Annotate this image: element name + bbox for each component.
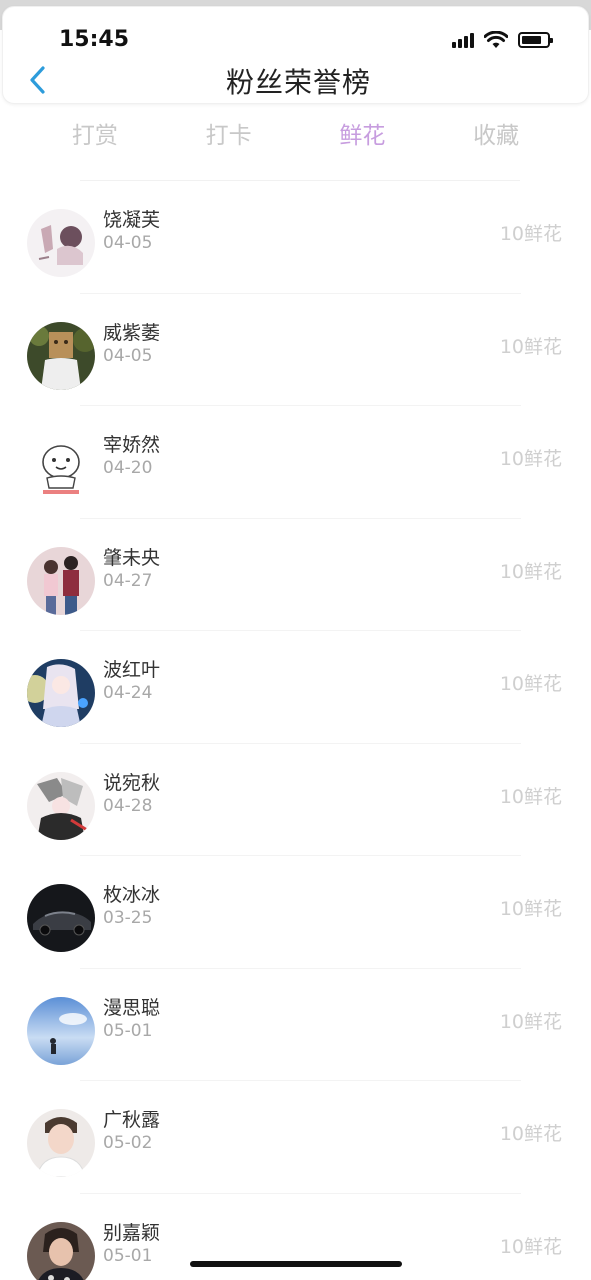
fan-date: 04-05 [103, 233, 153, 253]
wifi-icon [484, 31, 508, 48]
fan-name: 肇未央 [103, 546, 161, 569]
fan-name: 漫思聪 [103, 996, 161, 1019]
flower-amount: 10鲜花 [499, 673, 562, 695]
flower-amount: 10鲜花 [499, 1123, 562, 1145]
fan-name: 饶凝芙 [103, 209, 161, 231]
sketch-person-avatar [27, 209, 95, 277]
fan-date: 04-05 [103, 345, 153, 366]
home-indicator[interactable] [190, 1261, 402, 1267]
list-item[interactable]: 饶凝芙 04-05 10鲜花 [0, 181, 591, 294]
fan-name: 威紫萎 [103, 321, 161, 344]
paper-bag-person-avatar [27, 321, 95, 390]
fan-name: 波红叶 [103, 659, 161, 681]
fan-name: 宰娇然 [103, 434, 161, 456]
cartoon-face-avatar [27, 434, 95, 502]
flower-amount: 10鲜花 [499, 335, 562, 358]
list-item[interactable]: 宰娇然 04-20 10鲜花 [0, 406, 591, 519]
list-item[interactable]: 枚冰冰 03-25 10鲜花 [0, 856, 591, 969]
fan-date: 05-01 [103, 1245, 153, 1266]
fan-date: 04-20 [103, 458, 153, 478]
fan-name: 说宛秋 [103, 771, 161, 794]
flower-amount: 10鲜花 [499, 1010, 562, 1033]
fan-date: 04-27 [103, 570, 153, 591]
list-item[interactable]: 广秋露 05-02 10鲜花 [0, 1081, 591, 1194]
list-item[interactable]: 说宛秋 04-28 10鲜花 [0, 744, 591, 856]
flower-amount: 10鲜花 [499, 448, 562, 470]
flower-amount: 10鲜花 [499, 785, 562, 808]
tab-checkin[interactable]: 打卡 [162, 116, 296, 150]
fan-date: 03-25 [103, 908, 153, 928]
fan-list: 饶凝芙 04-05 10鲜花 威紫萎 04-05 10鲜花 宰娇然 04-20 … [0, 181, 591, 1280]
anime-girl-avatar [27, 659, 95, 727]
flower-amount: 10鲜花 [499, 1235, 562, 1258]
fan-name: 枚冰冰 [103, 884, 161, 906]
anime-art-avatar [27, 771, 95, 840]
fan-name: 别嘉颖 [103, 1221, 161, 1244]
fan-date: 04-24 [103, 683, 153, 703]
fan-name: 广秋露 [103, 1109, 161, 1131]
list-item[interactable]: 波红叶 04-24 10鲜花 [0, 631, 591, 744]
portrait-avatar [27, 1221, 95, 1280]
list-item[interactable]: 威紫萎 04-05 10鲜花 [0, 294, 591, 406]
young-man-avatar [27, 1109, 95, 1177]
battery-icon [518, 32, 553, 48]
list-item[interactable]: 别嘉颖 05-01 10鲜花 [0, 1194, 591, 1280]
status-icons [452, 31, 553, 49]
page-title: 粉丝荣誉榜 [225, 66, 371, 99]
tab-favorites[interactable]: 收藏 [429, 116, 563, 150]
couple-photo-avatar [27, 546, 95, 615]
list-item[interactable]: 肇未央 04-27 10鲜花 [0, 519, 591, 631]
cellular-signal-icon [452, 32, 474, 48]
tab-bar: 打赏 打卡 鲜花 收藏 [28, 116, 563, 150]
fan-date: 05-01 [103, 1020, 153, 1041]
flower-amount: 10鲜花 [499, 223, 562, 245]
list-item[interactable]: 漫思聪 05-01 10鲜花 [0, 969, 591, 1081]
fan-date: 04-28 [103, 795, 153, 816]
screen: 15:45 粉丝荣誉榜 打赏 打卡 鲜花 收藏 饶凝芙 04-05 10鲜花 威… [0, 0, 591, 1280]
sky-figure-avatar [27, 996, 95, 1065]
fan-date: 05-02 [103, 1133, 153, 1153]
flower-amount: 10鲜花 [499, 560, 562, 583]
header-card: 15:45 粉丝荣誉榜 [2, 6, 589, 104]
car-avatar [27, 884, 95, 952]
tab-flowers[interactable]: 鲜花 [296, 116, 430, 150]
flower-amount: 10鲜花 [499, 898, 562, 920]
tab-reward[interactable]: 打赏 [28, 116, 162, 150]
status-time: 15:45 [59, 27, 130, 52]
